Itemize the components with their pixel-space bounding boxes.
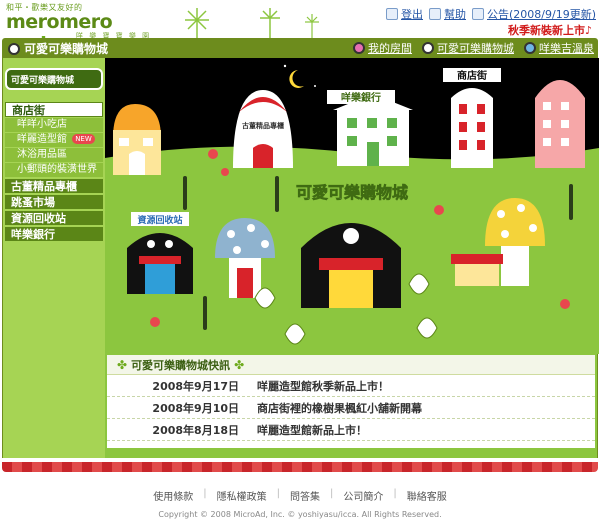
footer-separator: | bbox=[393, 488, 397, 499]
sidebar-item-bath-goods[interactable]: 沐浴用品區 bbox=[5, 148, 103, 162]
sidebar-item-label: 跳蚤市場 bbox=[11, 196, 55, 209]
logo-word-meromero: meromero bbox=[6, 11, 113, 33]
news-link[interactable]: 商店街裡的橡樹果楓紅小舖新開幕 bbox=[257, 400, 422, 416]
dandelion-icon bbox=[305, 14, 319, 38]
top-links: 登出 幫助 公告(2008/9/19更新) bbox=[386, 6, 596, 22]
scene-illustration: 古董精品專櫃 咩樂銀行 商店街 可愛可樂購物城 資源回收站 bbox=[105, 58, 599, 354]
nav-link-label: 可愛可樂購物城 bbox=[437, 42, 514, 55]
sidebar-item-recycle-station[interactable]: 資源回收站 bbox=[5, 211, 103, 226]
red-band bbox=[2, 462, 598, 472]
sidebar-item-label: 古董精品專櫃 bbox=[11, 180, 77, 193]
nav-link-label: 咩樂吉溫泉 bbox=[539, 42, 594, 55]
footer-separator: | bbox=[330, 488, 334, 499]
nav-link-my-room[interactable]: 我的房間 bbox=[353, 40, 412, 56]
shopping-city-scene: 古董精品專櫃 咩樂銀行 商店街 可愛可樂購物城 資源回收站 bbox=[105, 58, 599, 354]
news-link[interactable]: 咩麗造型館秋季新品上市！ bbox=[257, 378, 389, 394]
news-link[interactable]: 咩麗造型館新品上市！ bbox=[257, 422, 367, 438]
navbar: 可愛可樂購物城 我的房間 可愛可樂購物城 咩樂吉溫泉 bbox=[2, 38, 598, 58]
news-date: 2008年9月17日 bbox=[152, 379, 239, 393]
clover-icon: ✤ bbox=[234, 357, 245, 372]
sidebar-item-decor-world[interactable]: 小郵頭的裝潢世界 bbox=[5, 163, 103, 177]
sidebar-item-label: 咩麗造型館 bbox=[17, 134, 67, 145]
new-badge: NEW bbox=[72, 134, 95, 144]
logout-label: 登出 bbox=[401, 8, 423, 21]
sidebar-item-shopping-street[interactable]: 商店街 bbox=[5, 102, 103, 117]
sidebar-shopping-city-banner[interactable]: 可愛可樂購物城 bbox=[5, 68, 103, 90]
nav-link-shopping-city[interactable]: 可愛可樂購物城 bbox=[422, 40, 514, 56]
notice-link[interactable]: 公告(2008/9/19更新) bbox=[472, 6, 596, 22]
news-date: 2008年9月10日 bbox=[152, 401, 239, 415]
news-header: ✤ 可愛可樂購物城快訊 ✤ bbox=[107, 355, 595, 375]
help-link[interactable]: 幫助 bbox=[429, 6, 466, 22]
news-item: 2008年8月18日 咩麗造型館新品上市！ bbox=[107, 419, 595, 441]
sidebar: 可愛可樂購物城 商店街 咩咩小吃店 咩麗造型館 NEW 沐浴用品區 小郵頭的裝潢… bbox=[3, 58, 105, 458]
news-date: 2008年8月18日 bbox=[152, 423, 239, 437]
footer-separator: | bbox=[276, 488, 280, 499]
sidebar-item-snack-shop[interactable]: 咩咩小吃店 bbox=[5, 118, 103, 132]
logout-link[interactable]: 登出 bbox=[386, 6, 423, 22]
footer-link-faq[interactable]: 問答集 bbox=[290, 488, 320, 503]
notice-label: 公告(2008/9/19更新) bbox=[487, 8, 596, 21]
help-label: 幫助 bbox=[444, 8, 466, 21]
news-title: 可愛可樂購物城快訊 bbox=[131, 358, 231, 372]
pink-tower-building bbox=[535, 80, 585, 168]
news-item: 2008年9月10日 商店街裡的橡樹果楓紅小舖新開幕 bbox=[107, 397, 595, 419]
recycle-station-monster: 資源回收站 bbox=[127, 212, 193, 294]
news-item: 2008年9月17日 咩麗造型館秋季新品上市！ bbox=[107, 375, 595, 397]
market-stall bbox=[451, 254, 503, 286]
header: 和平・歡樂又友好的 meromero park 咩 樂 寶 寶 樂 園 bbox=[0, 0, 600, 55]
footer-separator: | bbox=[203, 488, 207, 499]
nav-links: 我的房間 可愛可樂購物城 咩樂吉溫泉 bbox=[353, 40, 594, 56]
meromero-park-logo[interactable]: 和平・歡樂又友好的 meromero park 咩 樂 寶 寶 樂 園 bbox=[4, 2, 164, 55]
logout-icon bbox=[386, 8, 398, 20]
help-icon bbox=[429, 8, 441, 20]
main-frame: 可愛可樂購物城 商店街 咩咩小吃店 咩麗造型館 NEW 沐浴用品區 小郵頭的裝潢… bbox=[2, 58, 599, 458]
my-room-icon bbox=[353, 42, 365, 54]
sidebar-item-label: 沐浴用品區 bbox=[17, 149, 67, 160]
sidebar-item-bank[interactable]: 咩樂銀行 bbox=[5, 227, 103, 242]
nav-link-hot-spring[interactable]: 咩樂吉溫泉 bbox=[524, 40, 594, 56]
sidebar-item-antique-counter[interactable]: 古董精品專櫃 NEW bbox=[5, 179, 103, 207]
news-panel: ✤ 可愛可樂購物城快訊 ✤ 2008年9月17日 咩麗造型館秋季新品上市！ 20… bbox=[107, 352, 595, 448]
sidebar-item-label: 咩樂銀行 bbox=[11, 228, 55, 241]
sidebar-item-style-salon[interactable]: 咩麗造型館 NEW bbox=[5, 133, 103, 147]
clover-icon: ✤ bbox=[117, 357, 128, 372]
footer-link-about[interactable]: 公司簡介 bbox=[343, 488, 383, 503]
snack-shop-building bbox=[113, 104, 161, 175]
shopping-city-icon bbox=[422, 42, 434, 54]
sidebar-item-label: 資源回收站 bbox=[11, 212, 66, 225]
sidebar-item-flea-market[interactable]: 跳蚤市場 bbox=[5, 195, 103, 210]
sidebar-item-label: 小郵頭的裝潢世界 bbox=[17, 164, 97, 175]
page-title: 可愛可樂購物城 bbox=[8, 40, 108, 57]
shop-street-sign: 商店街 bbox=[457, 69, 487, 82]
footer-link-terms[interactable]: 使用條款 bbox=[153, 488, 193, 503]
hot-spring-icon bbox=[524, 42, 536, 54]
antique-sign: 古董精品專櫃 bbox=[242, 121, 284, 130]
sidebar-item-label: 商店街 bbox=[12, 104, 45, 117]
notice-icon bbox=[472, 8, 484, 20]
scene-title: 可愛可樂購物城 bbox=[296, 183, 408, 202]
promo-text[interactable]: 秋季新裝新上市♪ bbox=[508, 22, 592, 38]
decorative-strip bbox=[2, 458, 598, 478]
copyright: Copyright © 2008 MicroAd, Inc. © yoshiya… bbox=[158, 510, 442, 519]
main-gate-monster bbox=[301, 223, 401, 308]
sidebar-banner-label: 可愛可樂購物城 bbox=[11, 75, 75, 86]
dandelion-icon bbox=[260, 8, 280, 38]
bank-sign: 咩樂銀行 bbox=[341, 91, 381, 104]
recycle-sign: 資源回收站 bbox=[137, 214, 182, 226]
character-face-icon bbox=[8, 42, 20, 55]
footer-link-contact[interactable]: 聯絡客服 bbox=[407, 488, 447, 503]
dandelion-icon bbox=[185, 8, 209, 38]
footer-link-privacy[interactable]: 隱私權政策 bbox=[217, 488, 267, 503]
nav-link-label: 我的房間 bbox=[368, 42, 412, 55]
sidebar-item-label: 咩咩小吃店 bbox=[17, 119, 67, 130]
footer-links: 使用條款 | 隱私權政策 | 問答集 | 公司簡介 | 聯絡客服 bbox=[0, 488, 600, 503]
page-title-label: 可愛可樂購物城 bbox=[24, 42, 109, 56]
